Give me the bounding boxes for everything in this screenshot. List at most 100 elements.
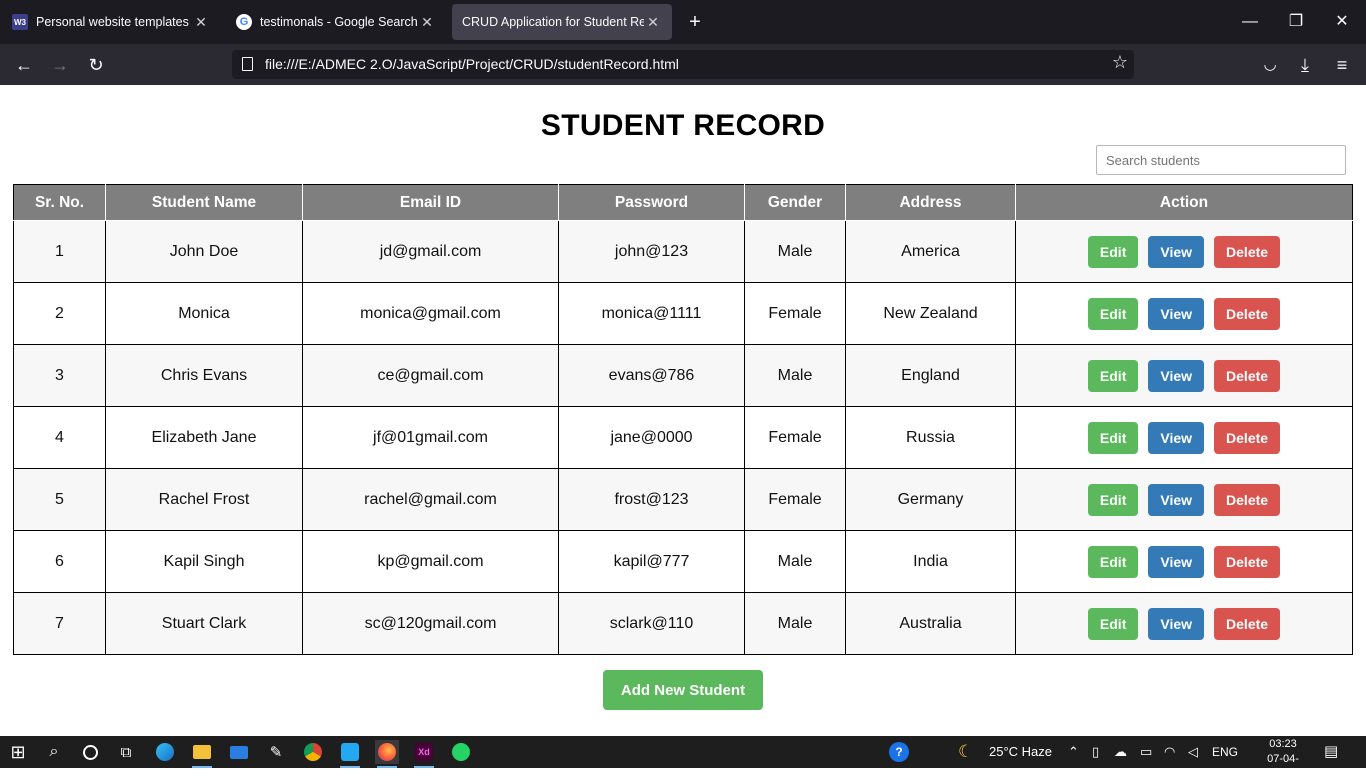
add-new-student-button[interactable]: Add New Student bbox=[603, 670, 763, 710]
task-view-icon[interactable]: ⧉ bbox=[114, 740, 138, 764]
header-password: Password bbox=[558, 184, 745, 221]
cell-student-name: Monica bbox=[105, 282, 303, 345]
cell-student-name: Rachel Frost bbox=[105, 468, 303, 531]
edit-button[interactable]: Edit bbox=[1087, 235, 1139, 268]
file-explorer-icon[interactable] bbox=[190, 740, 214, 768]
reload-icon[interactable]: ↻ bbox=[83, 52, 109, 78]
view-button[interactable]: View bbox=[1148, 235, 1205, 268]
restore-button[interactable]: ❐ bbox=[1284, 10, 1308, 34]
close-tab-icon[interactable]: ✕ bbox=[192, 14, 210, 31]
weather-moon-icon: ☾ bbox=[958, 742, 974, 761]
pocket-icon[interactable]: ◡ bbox=[1257, 52, 1283, 78]
edit-button[interactable]: Edit bbox=[1087, 421, 1139, 454]
row-action-group: Edit View Delete bbox=[1016, 359, 1352, 392]
cell-sr-no: 7 bbox=[13, 592, 106, 655]
chrome-icon[interactable] bbox=[301, 740, 325, 764]
delete-button[interactable]: Delete bbox=[1214, 607, 1281, 640]
clock-time: 03:23 bbox=[1269, 738, 1297, 750]
chevron-up-icon[interactable]: ⌃ bbox=[1068, 736, 1079, 768]
edit-button[interactable]: Edit bbox=[1087, 545, 1139, 578]
cell-sr-no: 2 bbox=[13, 282, 106, 345]
close-tab-icon[interactable]: ✕ bbox=[418, 14, 436, 31]
view-button[interactable]: View bbox=[1148, 359, 1205, 392]
tab-title: CRUD Application for Student Reco bbox=[462, 15, 644, 29]
table-row: 7 Stuart Clark sc@120gmail.com sclark@110 Ma… bbox=[13, 592, 1353, 655]
bookmark-star-icon[interactable]: ☆ bbox=[1112, 52, 1128, 73]
header-email-id: Email ID bbox=[302, 184, 559, 221]
close-window-button[interactable]: ✕ bbox=[1330, 10, 1354, 34]
new-tab-button[interactable]: + bbox=[684, 10, 706, 34]
cloud-icon[interactable]: ☁ bbox=[1114, 736, 1127, 768]
view-button[interactable]: View bbox=[1148, 607, 1205, 640]
back-arrow-icon[interactable]: ← bbox=[11, 52, 37, 78]
page-content: STUDENT RECORD Sr. No. Student Name Emai… bbox=[0, 85, 1366, 736]
close-tab-icon[interactable]: ✕ bbox=[644, 14, 662, 31]
cell-password: frost@123 bbox=[558, 468, 745, 531]
cell-student-name: Elizabeth Jane bbox=[105, 406, 303, 469]
table-row: 1 John Doe jd@gmail.com john@123 Male America… bbox=[13, 220, 1353, 283]
cell-actions: Edit View Delete bbox=[1015, 406, 1353, 469]
url-text[interactable]: file:///E:/ADMEC 2.O/JavaScript/Project/… bbox=[265, 56, 679, 72]
adobe-xd-icon[interactable]: Xd bbox=[412, 740, 436, 768]
delete-button[interactable]: Delete bbox=[1214, 297, 1281, 330]
firefox-icon[interactable] bbox=[375, 740, 399, 768]
table-row: 3 Chris Evans ce@gmail.com evans@786 Male Eng… bbox=[13, 344, 1353, 407]
cell-password: sclark@110 bbox=[558, 592, 745, 655]
whatsapp-icon[interactable] bbox=[449, 740, 473, 764]
address-bar[interactable]: file:///E:/ADMEC 2.O/JavaScript/Project/… bbox=[232, 50, 1134, 79]
edit-button[interactable]: Edit bbox=[1087, 359, 1139, 392]
help-icon[interactable]: ? bbox=[887, 740, 911, 764]
delete-button[interactable]: Delete bbox=[1214, 483, 1281, 516]
search-input[interactable] bbox=[1096, 145, 1346, 175]
delete-button[interactable]: Delete bbox=[1214, 421, 1281, 454]
wifi-icon[interactable]: ◠ bbox=[1164, 736, 1175, 768]
row-action-group: Edit View Delete bbox=[1016, 545, 1352, 578]
edit-button[interactable]: Edit bbox=[1087, 607, 1139, 640]
browser-nav-bar: ← → ↻ file:///E:/ADMEC 2.O/JavaScript/Pr… bbox=[0, 44, 1366, 85]
device-icon[interactable]: ▯ bbox=[1092, 736, 1099, 768]
volume-icon[interactable]: ◁ bbox=[1188, 736, 1198, 768]
cell-address: Australia bbox=[845, 592, 1016, 655]
edge-icon[interactable] bbox=[153, 740, 177, 764]
downloads-icon[interactable]: ⤓ bbox=[1292, 52, 1318, 78]
notifications-icon[interactable]: ▤ bbox=[1324, 736, 1338, 768]
cell-sr-no: 5 bbox=[13, 468, 106, 531]
language-indicator[interactable]: ENG bbox=[1212, 736, 1238, 768]
edit-button[interactable]: Edit bbox=[1087, 483, 1139, 516]
cell-actions: Edit View Delete bbox=[1015, 282, 1353, 345]
tab-crud-application[interactable]: CRUD Application for Student Reco ✕ bbox=[452, 4, 672, 40]
delete-button[interactable]: Delete bbox=[1214, 235, 1281, 268]
battery-icon[interactable]: ▭ bbox=[1140, 736, 1152, 768]
vscode-icon[interactable] bbox=[338, 740, 362, 768]
weather-text[interactable]: 25°C Haze bbox=[989, 736, 1052, 768]
windows-taskbar: ⊞ ⌕ ⧉ ✎ Xd ? ☾ 25°C Haze ⌃ ▯ ☁ ▭ ◠ ◁ ENG… bbox=[0, 736, 1366, 780]
mail-icon[interactable] bbox=[227, 740, 251, 764]
view-button[interactable]: View bbox=[1148, 421, 1205, 454]
menu-icon[interactable]: ≡ bbox=[1329, 52, 1355, 78]
delete-button[interactable]: Delete bbox=[1214, 359, 1281, 392]
cell-password: kapil@777 bbox=[558, 530, 745, 593]
forward-arrow-icon[interactable]: → bbox=[47, 52, 73, 78]
tab-testimonals-google-search[interactable]: G testimonals - Google Search ✕ bbox=[226, 4, 446, 40]
clock[interactable]: 03:23 07-04-2022 bbox=[1258, 737, 1308, 782]
view-button[interactable]: View bbox=[1148, 545, 1205, 578]
delete-button[interactable]: Delete bbox=[1214, 545, 1281, 578]
pen-tool-icon[interactable]: ✎ bbox=[264, 740, 288, 764]
cell-gender: Female bbox=[744, 406, 846, 469]
windows-start-icon[interactable]: ⊞ bbox=[6, 740, 30, 764]
cell-email: kp@gmail.com bbox=[302, 530, 559, 593]
table-body: 1 John Doe jd@gmail.com john@123 Male America… bbox=[13, 220, 1353, 655]
tab-personal-website-templates[interactable]: W3 Personal website templates for f ✕ bbox=[2, 4, 220, 40]
header-address: Address bbox=[845, 184, 1016, 221]
cortana-icon[interactable] bbox=[78, 740, 102, 764]
clock-date: 07-04-2022 bbox=[1267, 753, 1299, 780]
cell-gender: Female bbox=[744, 282, 846, 345]
google-favicon-icon: G bbox=[236, 14, 252, 30]
view-button[interactable]: View bbox=[1148, 483, 1205, 516]
header-sr-no: Sr. No. bbox=[13, 184, 106, 221]
minimize-button[interactable]: — bbox=[1238, 10, 1262, 34]
table-row: 2 Monica monica@gmail.com monica@1111 Female… bbox=[13, 282, 1353, 345]
search-icon[interactable]: ⌕ bbox=[42, 740, 66, 764]
view-button[interactable]: View bbox=[1148, 297, 1205, 330]
edit-button[interactable]: Edit bbox=[1087, 297, 1139, 330]
